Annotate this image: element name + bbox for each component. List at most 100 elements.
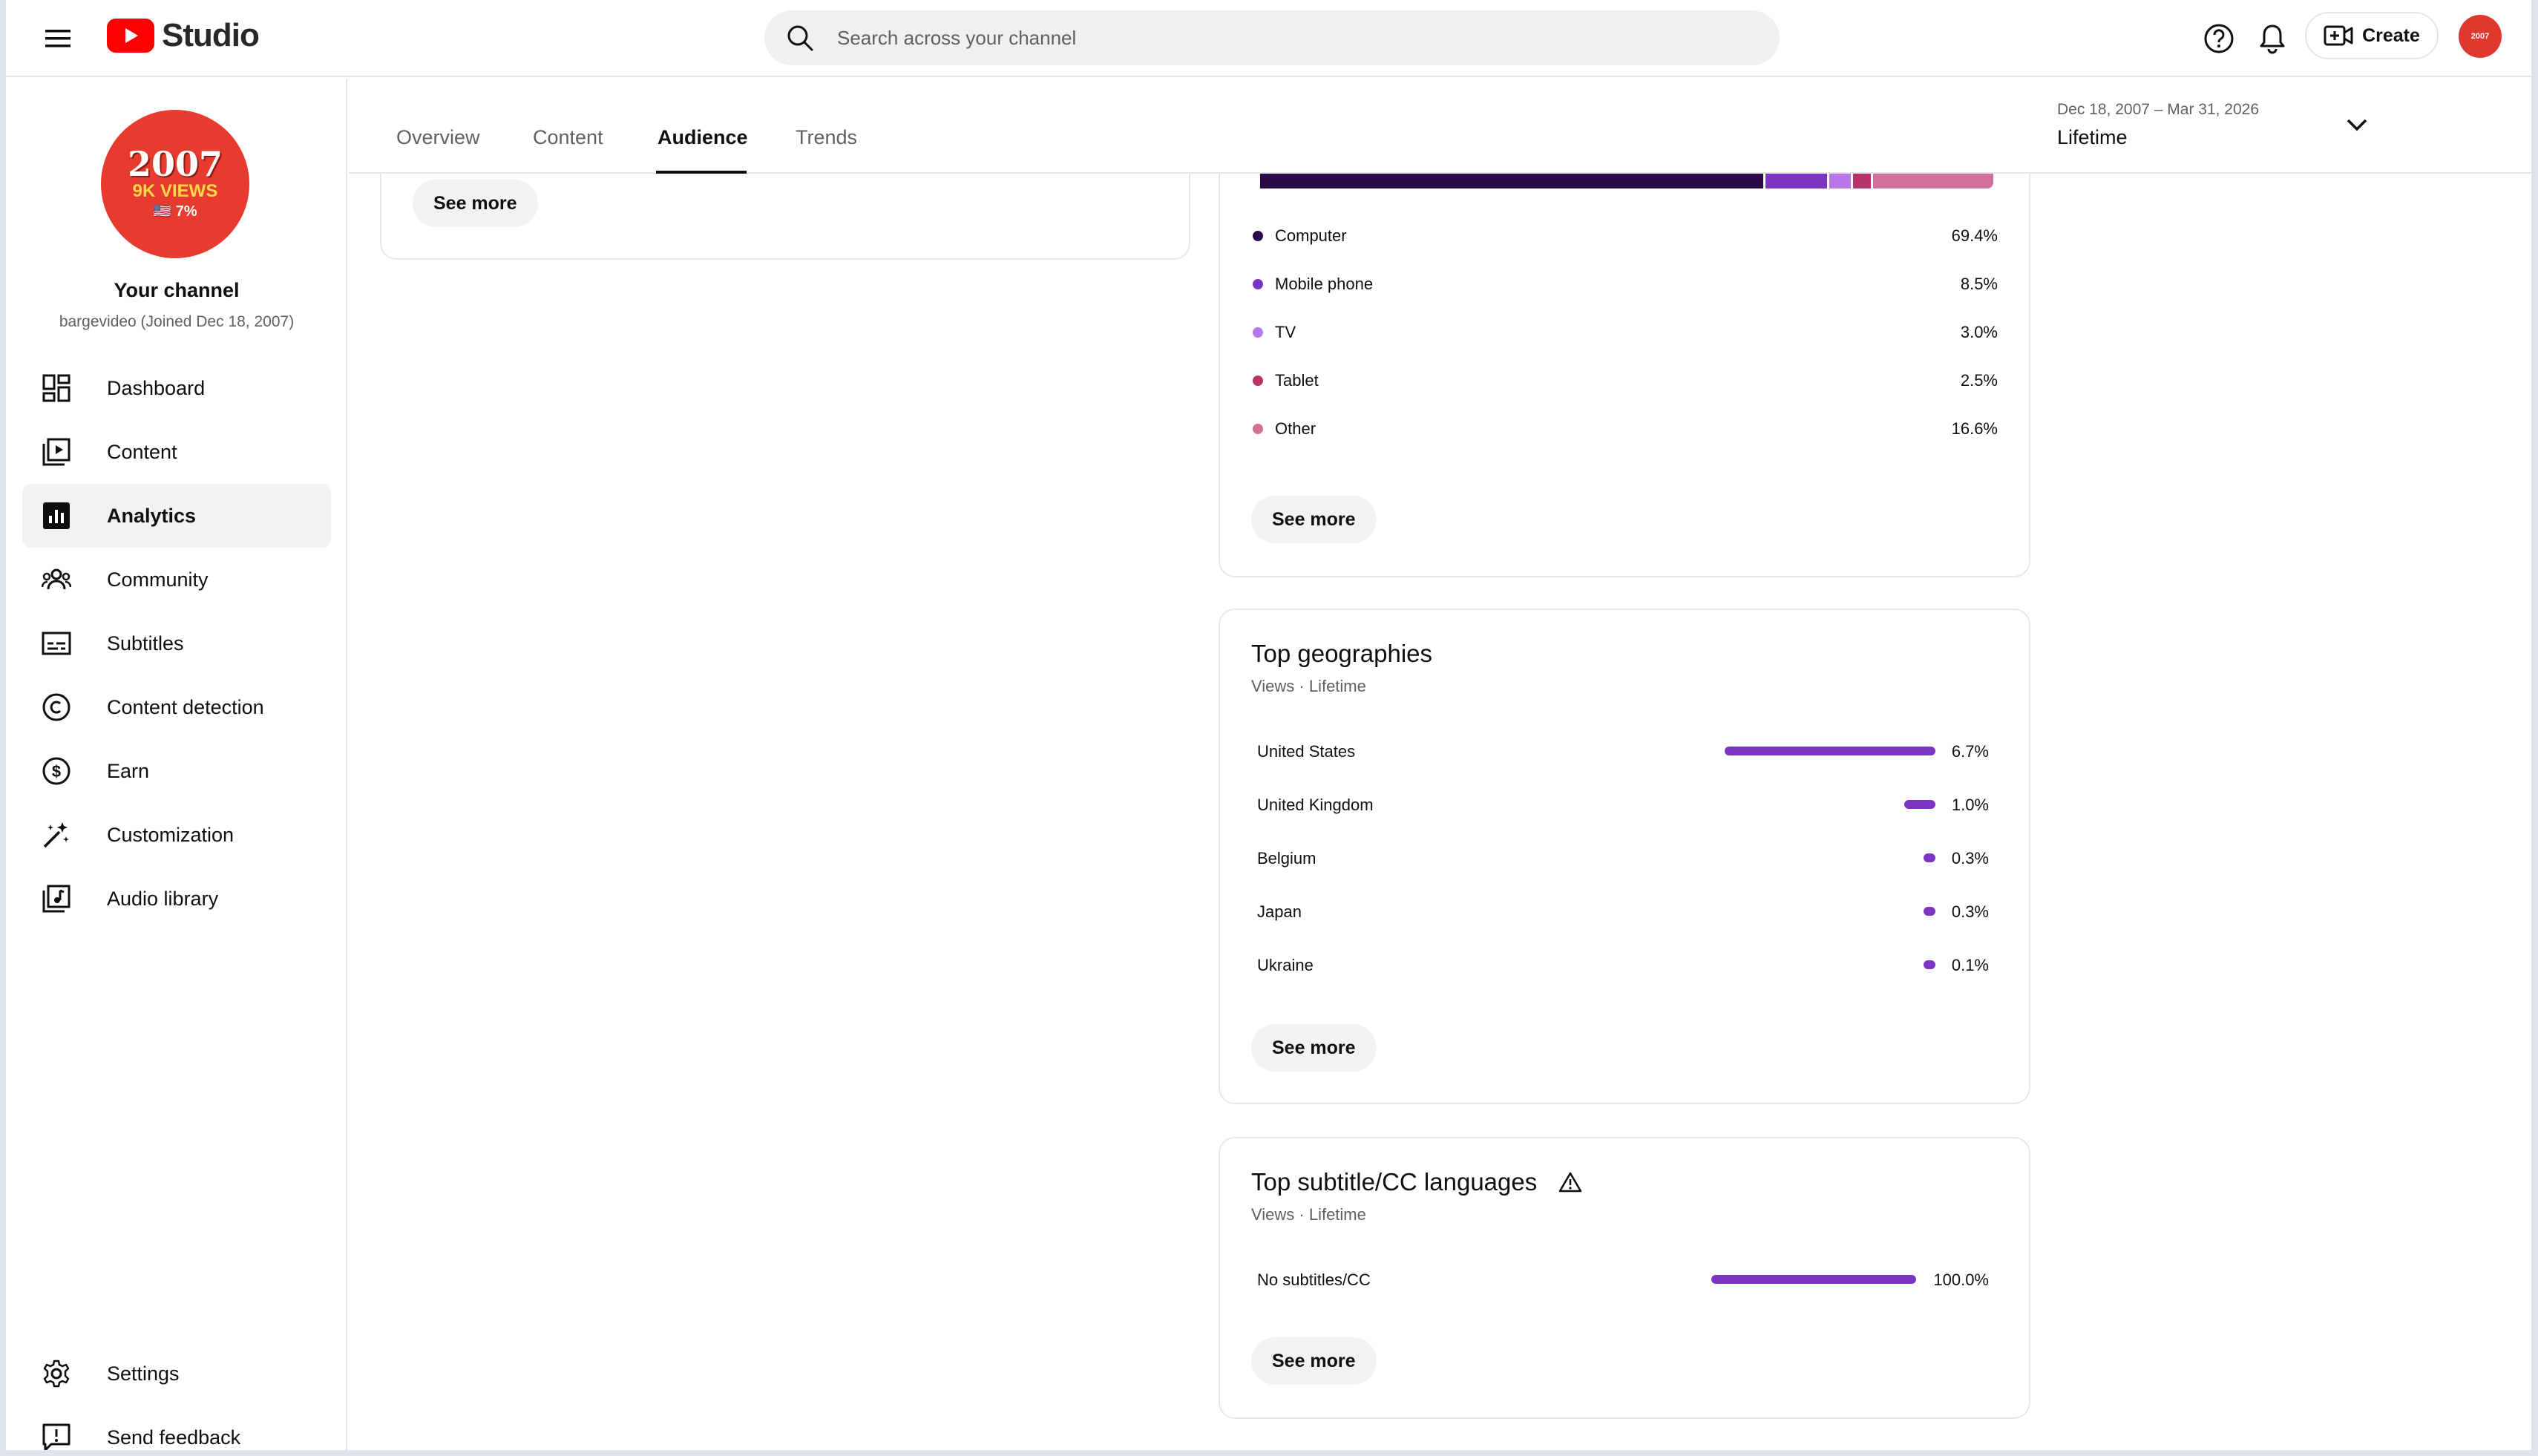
geo-value: 0.3% — [1951, 902, 1989, 921]
device-row: Mobile phone 8.5% — [1253, 269, 1998, 299]
sidebar-item-label: Dashboard — [107, 376, 206, 399]
sidebar-item-settings[interactable]: Settings — [22, 1342, 331, 1406]
analytics-icon — [43, 502, 70, 529]
sidebar-item-label: Subtitles — [107, 632, 184, 655]
device-value: 69.4% — [1951, 226, 1998, 245]
channel-avatar-percent: 🇺🇸 7% — [153, 203, 197, 220]
device-label: Other — [1275, 419, 1316, 438]
search-input[interactable] — [837, 26, 1728, 50]
sidebar-item-content-detection[interactable]: Content detection — [22, 675, 331, 739]
dollar-icon: $ — [42, 757, 70, 785]
sidebar-item-label: Analytics — [107, 504, 197, 527]
svg-text:$: $ — [52, 762, 61, 781]
notifications-button[interactable] — [2252, 18, 2293, 59]
audio-library-icon — [42, 885, 70, 913]
geo-label: United Kingdom — [1257, 796, 1374, 814]
analytics-tabs: Overview Content Audience Trends Dec 18,… — [349, 79, 2531, 174]
device-label: Mobile phone — [1275, 275, 1374, 293]
geo-value: 1.0% — [1951, 796, 1989, 814]
sidebar-item-send-feedback[interactable]: Send feedback — [22, 1406, 331, 1450]
see-more-button[interactable]: See more — [1251, 496, 1377, 543]
legend-dot — [1253, 279, 1263, 289]
app-name: Studio — [162, 17, 260, 53]
device-value: 16.6% — [1951, 419, 1998, 438]
tab-content[interactable]: Content — [533, 126, 603, 149]
device-row: Tablet 2.5% — [1253, 366, 1998, 396]
sidebar-item-label: Send feedback — [107, 1426, 241, 1449]
device-bar-segment-tv — [1829, 174, 1851, 188]
see-more-label: See more — [433, 192, 517, 214]
see-more-button[interactable]: See more — [1251, 1337, 1377, 1385]
sidebar-item-earn[interactable]: $ Earn — [22, 739, 331, 803]
studio-app: Studio Create 2007 2007 9K VIEWS 🇺🇸 7% Y… — [6, 0, 2531, 1450]
device-label: Computer — [1275, 226, 1347, 245]
sidebar-item-customization[interactable]: Customization — [22, 803, 331, 867]
avatar-text: 2007 — [2470, 32, 2490, 41]
feedback-icon — [42, 1423, 70, 1450]
date-range-text: Dec 18, 2007 – Mar 31, 2026 — [2057, 101, 2260, 118]
sidebar-item-audio-library[interactable]: Audio library — [22, 867, 331, 931]
card-subtitle: Views · Lifetime — [1251, 677, 1366, 695]
sidebar-item-subtitles[interactable]: Subtitles — [22, 611, 331, 675]
studio-logo[interactable]: Studio — [107, 16, 260, 55]
device-label: Tablet — [1275, 371, 1319, 390]
see-more-label: See more — [1272, 508, 1356, 530]
sidebar-item-dashboard[interactable]: Dashboard — [22, 356, 331, 420]
see-more-label: See more — [1272, 1350, 1356, 1371]
gear-icon — [43, 1360, 70, 1388]
geo-bar — [1904, 800, 1935, 809]
device-value: 2.5% — [1960, 371, 1998, 390]
geo-value: 0.1% — [1951, 956, 1989, 974]
sidebar-item-content[interactable]: Content — [22, 420, 331, 484]
tab-overview[interactable]: Overview — [396, 126, 480, 149]
device-value: 3.0% — [1960, 323, 1998, 341]
geo-bar — [1924, 853, 1935, 862]
channel-avatar[interactable]: 2007 9K VIEWS 🇺🇸 7% — [101, 110, 249, 258]
dashboard-icon — [42, 374, 70, 402]
tab-trends[interactable]: Trends — [796, 126, 857, 149]
chevron-down-icon — [2347, 119, 2367, 131]
card-title: Top subtitle/CC languages — [1251, 1168, 1538, 1196]
create-video-icon — [2324, 25, 2353, 46]
channel-avatar-views: 9K VIEWS — [132, 181, 218, 201]
device-label: TV — [1275, 323, 1296, 341]
see-more-button[interactable]: See more — [1251, 1024, 1377, 1072]
tab-audience[interactable]: Audience — [658, 126, 748, 149]
sidebar: 2007 9K VIEWS 🇺🇸 7% Your channel bargevi… — [6, 79, 347, 1450]
channel-title: Your channel — [114, 279, 240, 301]
help-icon — [2204, 24, 2234, 53]
legend-dot — [1253, 231, 1263, 241]
card-title: Top geographies — [1251, 640, 1433, 667]
see-more-button[interactable]: See more — [413, 180, 538, 227]
sidebar-item-label: Audio library — [107, 887, 219, 910]
language-bar — [1711, 1275, 1916, 1284]
geo-row: United Kingdom 1.0% — [1257, 790, 1989, 819]
device-stacked-bar — [1260, 174, 1993, 188]
sidebar-item-label: Content detection — [107, 695, 264, 718]
magic-wand-icon — [43, 822, 69, 848]
sidebar-item-label: Community — [107, 568, 209, 591]
geo-bar — [1924, 907, 1935, 916]
search-bar[interactable] — [764, 10, 1780, 65]
youtube-logo-icon — [107, 19, 154, 53]
geo-row: Belgium 0.3% — [1257, 843, 1989, 873]
device-bar-segment-computer — [1260, 174, 1763, 188]
sidebar-item-analytics[interactable]: Analytics — [22, 484, 331, 548]
menu-icon — [45, 30, 70, 47]
device-bar-segment-tablet — [1853, 174, 1871, 188]
hamburger-menu-button[interactable] — [40, 21, 76, 56]
date-range-picker[interactable]: Dec 18, 2007 – Mar 31, 2026 Lifetime — [2057, 101, 2369, 160]
device-bar-segment-other — [1873, 174, 1993, 188]
account-avatar[interactable]: 2007 — [2459, 15, 2502, 58]
legend-dot — [1253, 327, 1263, 338]
geo-row: Ukraine 0.1% — [1257, 950, 1989, 980]
legend-dot — [1253, 424, 1263, 434]
warning-icon[interactable] — [1558, 1171, 1582, 1193]
geo-label: Ukraine — [1257, 956, 1314, 974]
create-button[interactable]: Create — [2305, 12, 2439, 59]
device-row: TV 3.0% — [1253, 318, 1998, 347]
subtitles-icon — [42, 632, 71, 655]
sidebar-item-community[interactable]: Community — [22, 548, 331, 611]
create-label: Create — [2362, 24, 2420, 46]
help-button[interactable] — [2198, 18, 2240, 59]
